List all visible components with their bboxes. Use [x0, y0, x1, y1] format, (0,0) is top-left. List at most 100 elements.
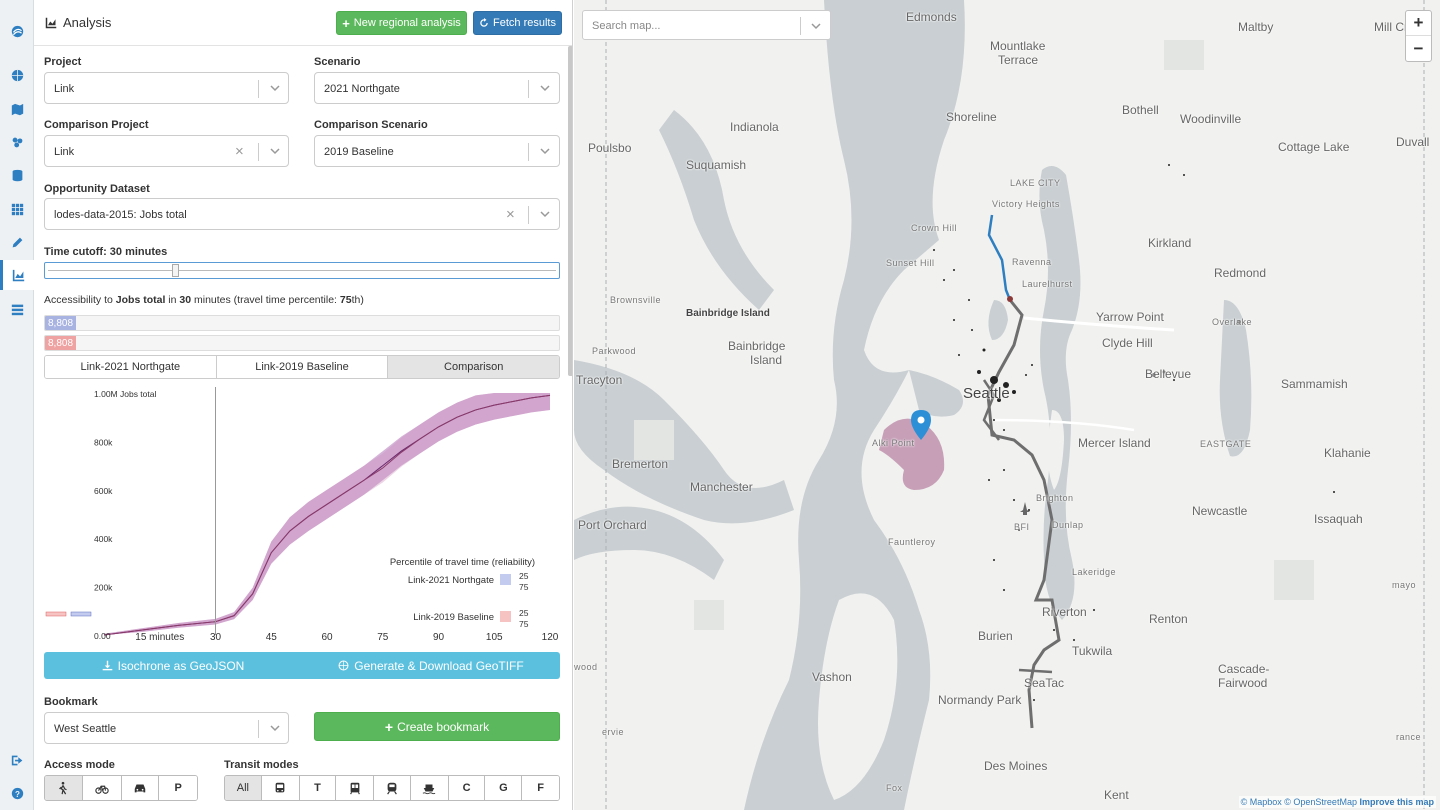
chevron-down-icon[interactable]	[810, 20, 822, 32]
fetch-results-button[interactable]: Fetch results	[473, 11, 562, 35]
comparison-project-select[interactable]: Link ×	[44, 135, 289, 167]
map-search-input[interactable]: Search map...	[582, 10, 831, 40]
download-icon	[102, 660, 112, 671]
tab-link-2019-baseline[interactable]: Link-2019 Baseline	[216, 356, 389, 378]
y-tick-label: 200k	[94, 583, 113, 593]
help-icon[interactable]: ?	[0, 778, 34, 808]
panel-scrollbar[interactable]	[568, 46, 572, 376]
car-mode-button[interactable]	[121, 776, 160, 800]
pencil-icon[interactable]	[0, 227, 34, 257]
grid-icon[interactable]	[0, 194, 34, 224]
chevron-down-icon[interactable]	[269, 145, 281, 157]
water-inlet-north	[659, 110, 774, 310]
map-label: Island	[750, 353, 783, 367]
bus-icon	[275, 782, 285, 793]
list-icon[interactable]	[0, 294, 34, 324]
comparison-scenario-label: Comparison Scenario	[314, 119, 428, 131]
map-label: Lakeridge	[1072, 567, 1117, 577]
chevron-down-icon[interactable]	[539, 145, 551, 157]
logout-icon[interactable]	[0, 745, 34, 775]
bookmark-label: Bookmark	[44, 696, 98, 708]
new-regional-analysis-button[interactable]: + New regional analysis	[336, 11, 467, 35]
network-icon[interactable]	[0, 127, 34, 157]
transit-all-button[interactable]: All	[225, 776, 262, 800]
accessibility-end: th)	[351, 294, 364, 306]
map-label: Terrace	[998, 53, 1039, 67]
select-separator	[528, 206, 529, 224]
walk-mode-button[interactable]	[45, 776, 83, 800]
transit-bus-button[interactable]	[261, 776, 300, 800]
tab-link-2021-northgate[interactable]: Link-2021 Northgate	[45, 356, 217, 378]
slider-track	[48, 270, 556, 271]
airport-icon	[1020, 502, 1030, 515]
chart-svg: 1.00M Jobs total 800k 600k 400k 200k 0.00 15 m…	[45, 387, 559, 643]
mapbox-link[interactable]: © Mapbox	[1241, 797, 1282, 807]
accessibility-minutes: 30	[179, 294, 192, 306]
water-lake-washington	[1039, 166, 1081, 620]
x-tick-label: 15 minutes	[135, 632, 184, 643]
bookmark-select[interactable]: West Seattle	[44, 712, 289, 744]
bike-mode-button[interactable]	[82, 776, 122, 800]
map-label: Tracyton	[576, 373, 623, 387]
clear-icon[interactable]: ×	[506, 206, 515, 223]
project-select[interactable]: Link	[44, 72, 289, 104]
panel-header: Analysis + New regional analysis Fetch r…	[34, 0, 572, 46]
transit-cable-car-button[interactable]: C	[448, 776, 486, 800]
database-icon[interactable]	[0, 160, 34, 190]
clear-icon[interactable]: ×	[235, 143, 244, 160]
opportunity-dataset-select[interactable]: lodes-data-2015: Jobs total ×	[44, 198, 560, 230]
globe-icon	[338, 660, 349, 671]
park	[1164, 40, 1204, 70]
map-icon[interactable]	[0, 94, 34, 124]
globe-icon[interactable]	[0, 60, 34, 90]
map-label: Port Orchard	[578, 518, 647, 532]
osm-link[interactable]: © OpenStreetMap	[1284, 797, 1357, 807]
tab-comparison[interactable]: Comparison	[388, 356, 559, 378]
improve-map-link[interactable]: Improve this map	[1359, 797, 1434, 807]
series-band	[104, 393, 550, 635]
map-label: Sunset Hill	[886, 258, 935, 268]
select-separator	[258, 143, 259, 161]
map-label: Victory Heights	[992, 199, 1060, 209]
slider-thumb[interactable]	[171, 264, 179, 277]
create-bookmark-button[interactable]: + Create bookmark	[314, 712, 560, 741]
chevron-down-icon[interactable]	[269, 82, 281, 94]
opportunity-dataset-value: lodes-data-2015: Jobs total	[54, 209, 187, 221]
transit-ferry-button[interactable]	[410, 776, 449, 800]
park-ride-mode-button[interactable]: P	[159, 776, 197, 800]
logo-icon[interactable]	[0, 16, 34, 46]
transit-t-button[interactable]: T	[299, 776, 337, 800]
scenario-select[interactable]: 2021 Northgate	[314, 72, 560, 104]
zoom-in-button[interactable]: +	[1406, 11, 1431, 36]
accessibility-bar-primary: 8,808	[44, 315, 560, 331]
accessibility-bar-value: 8,808	[48, 338, 74, 349]
map-label: Cottage Lake	[1278, 140, 1350, 154]
transit-rail-button[interactable]	[374, 776, 411, 800]
comparison-scenario-select[interactable]: 2019 Baseline	[314, 135, 560, 167]
transit-tram-button[interactable]	[336, 776, 375, 800]
map-label: Dunlap	[1052, 520, 1084, 530]
isochrone-geojson-button[interactable]: Isochrone as GeoJSON	[44, 652, 302, 679]
plus-icon: +	[342, 15, 350, 31]
map-label: Crown Hill	[911, 223, 958, 233]
zoom-out-button[interactable]: −	[1406, 36, 1431, 61]
map-label: SeaTac	[1024, 676, 1065, 690]
map-view[interactable]: Edmonds Mountlake Terrace Maltby Mill Cr…	[574, 0, 1440, 810]
water-elliott-bay	[909, 370, 963, 417]
comparison-project-label: Comparison Project	[44, 119, 149, 131]
select-separator	[528, 143, 529, 161]
chart-icon[interactable]	[0, 260, 34, 290]
create-bookmark-label: Create bookmark	[397, 719, 490, 734]
chevron-down-icon[interactable]	[269, 722, 281, 734]
legend-percentile: 75	[519, 582, 529, 592]
transit-gondola-button[interactable]: G	[485, 776, 523, 800]
mini-legend-marker	[70, 611, 92, 617]
chevron-down-icon[interactable]	[539, 82, 551, 94]
time-cutoff-slider[interactable]	[44, 262, 560, 279]
select-separator	[258, 720, 259, 738]
transit-funicular-button[interactable]: F	[522, 776, 559, 800]
chevron-down-icon[interactable]	[539, 208, 551, 220]
accessibility-dataset: Jobs total	[115, 294, 166, 306]
geotiff-button[interactable]: Generate & Download GeoTIFF	[302, 652, 560, 679]
map-label: Brighton	[1036, 493, 1074, 503]
